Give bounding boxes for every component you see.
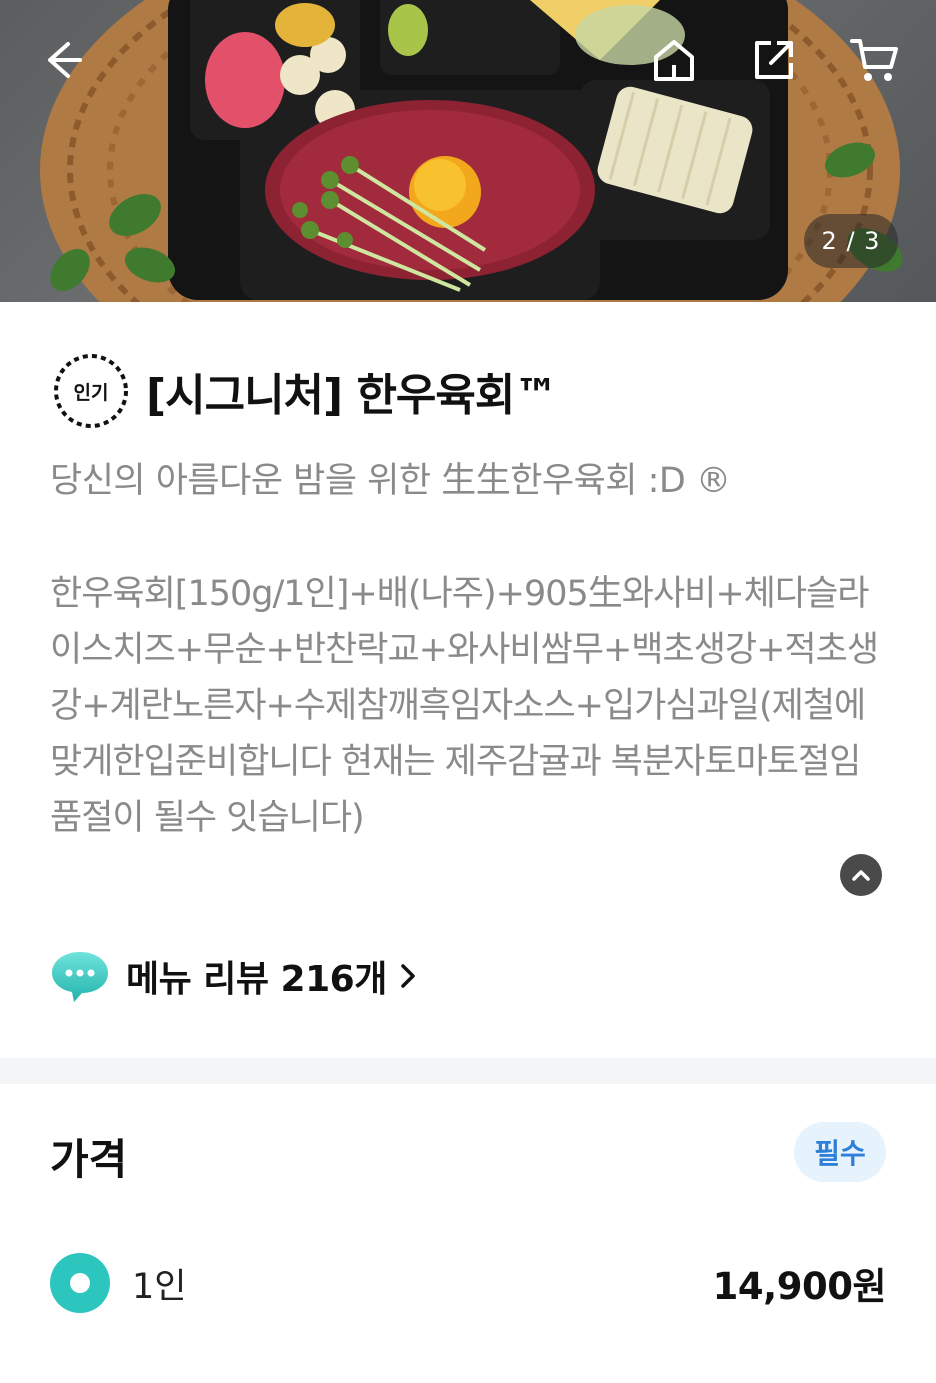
price-section-title: 가격 — [50, 1135, 128, 1184]
home-button[interactable] — [642, 28, 706, 92]
menu-review-link[interactable]: 메뉴 리뷰 216개 — [50, 948, 417, 1004]
product-subtitle: 당신의 아름다운 밤을 위한 生生한우육회 :D ® — [50, 461, 731, 501]
speech-bubble-icon — [52, 952, 108, 1002]
back-arrow-icon — [48, 42, 82, 78]
cart-button[interactable] — [842, 28, 906, 92]
required-badge: 필수 — [794, 1122, 886, 1182]
chevron-right-icon — [401, 964, 415, 988]
option-radio-selected[interactable] — [50, 1253, 110, 1313]
option-label: 1인 — [132, 1266, 187, 1307]
price-option-1[interactable]: 1인 14,900원 — [50, 1252, 887, 1314]
share-button[interactable] — [742, 28, 806, 92]
back-button[interactable] — [30, 28, 94, 92]
popular-badge: 인기 — [50, 350, 132, 432]
option-price: 14,900원 — [712, 1265, 887, 1308]
cart-icon — [850, 39, 898, 81]
radio-dot — [70, 1273, 90, 1293]
product-title-row: 인기 [시그니처] 한우육회™ — [50, 350, 558, 432]
popular-badge-label: 인기 — [73, 381, 109, 404]
collapse-description-button[interactable] — [840, 854, 882, 896]
product-description: 한우육회[150g/1인]+배(나주)+905生와사비+체다슬라이스치즈+무순+… — [50, 574, 879, 838]
menu-review-label: 메뉴 리뷰 216개 — [126, 959, 387, 1000]
chevron-up-icon — [852, 870, 870, 881]
home-icon — [654, 40, 694, 81]
section-divider — [0, 1058, 936, 1084]
image-counter: 2 / 3 — [804, 214, 898, 268]
product-image-carousel[interactable]: 2 / 3 — [0, 0, 936, 302]
product-title: [시그니처] 한우육회™ — [146, 370, 558, 421]
share-icon — [755, 41, 793, 79]
